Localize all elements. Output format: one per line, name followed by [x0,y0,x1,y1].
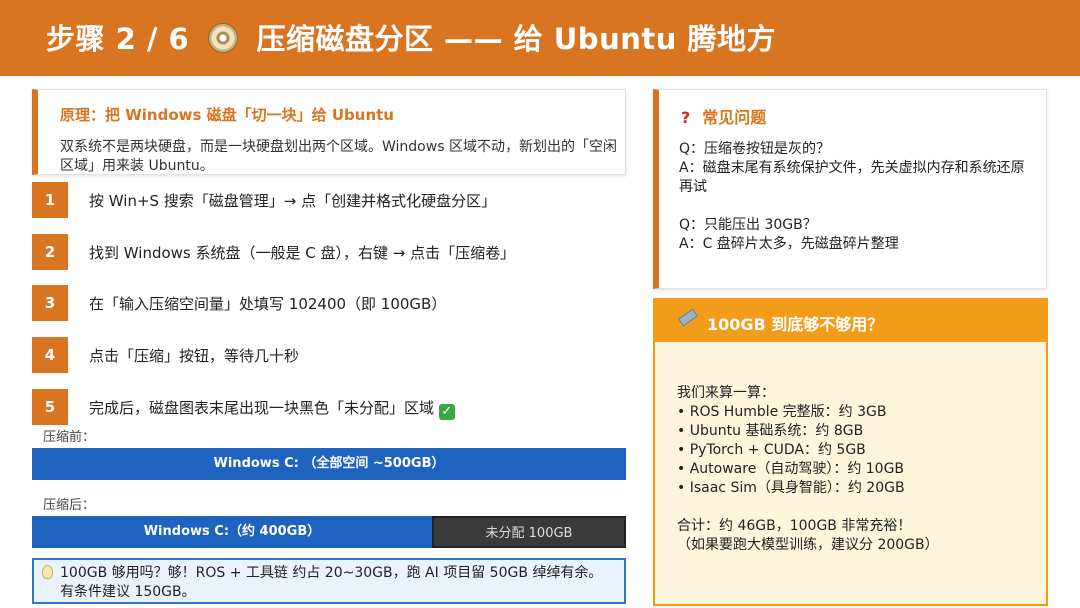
step-number: 5 [32,389,68,425]
list-item: Isaac Sim（具身智能）：约 20GB [677,479,1037,498]
faq-title-text: 常见问题 [702,108,767,127]
before-caption: 压缩前： [43,430,96,445]
slide-header: 步骤 2 / 6 压缩磁盘分区 —— 给 Ubuntu 腾地方 [0,0,1080,76]
slide-title: 步骤 2 / 6 压缩磁盘分区 —— 给 Ubuntu 腾地方 [46,16,776,58]
step-number: 4 [32,337,68,373]
step-text: 完成后，磁盘图表末尾出现一块黑色「未分配」区域 ✓ [89,397,455,420]
space-note: （如果要跑大模型训练，建议分 200GB） [677,537,939,553]
step-text: 找到 Windows 系统盘（一般是 C 盘），右键 → 点击「压缩卷」 [89,244,516,262]
space-card: 100GB 到底够不够用？ 我们来算一算： ROS Humble 完整版：约 3… [653,298,1048,606]
space-intro: 我们来算一算： [677,385,775,401]
step-number: 2 [32,234,68,270]
faq-question: Q：只能压出 30GB？ [679,217,817,233]
list-item: Autoware（自动驾驶）：约 10GB [677,460,1037,479]
space-card-body: 我们来算一算： ROS Humble 完整版：约 3GB Ubuntu 基础系统… [677,384,1037,555]
question-mark-icon: ? [681,108,691,127]
step-2: 2 找到 Windows 系统盘（一般是 C 盘），右键 → 点击「压缩卷」 [32,234,632,270]
faq-item-1: Q：压缩卷按钮是灰的？ A：磁盘末尾有系统保护文件，先关虚拟内存和系统还原再试 [679,140,1029,197]
principle-body: 双系统不是两块硬盘，而是一块硬盘划出两个区域。Windows 区域不动，新划出的… [60,139,617,174]
slide-title-text: 压缩磁盘分区 —— 给 Ubuntu 腾地方 [256,22,776,56]
step-text-content: 完成后，磁盘图表末尾出现一块黑色「未分配」区域 [89,399,435,417]
step-number: 1 [32,182,68,218]
step-3: 3 在「输入压缩空间量」处填写 102400（即 100GB） [32,285,632,321]
step-text: 在「输入压缩空间量」处填写 102400（即 100GB） [89,295,447,313]
faq-answer: A：磁盘末尾有系统保护文件，先关虚拟内存和系统还原再试 [679,160,1025,195]
principle-title: 原理：把 Windows 磁盘「切一块」给 Ubuntu [60,106,394,124]
principle-card: 原理：把 Windows 磁盘「切一块」给 Ubuntu 双系统不是两块硬盘，而… [32,89,626,175]
list-item: Ubuntu 基础系统：约 8GB [677,422,1037,441]
list-item: PyTorch + CUDA：约 5GB [677,441,1037,460]
disk-bar-windows: Windows C:（约 400GB） [32,516,432,548]
faq-question: Q：压缩卷按钮是灰的？ [679,141,831,157]
step-5: 5 完成后，磁盘图表末尾出现一块黑色「未分配」区域 ✓ [32,389,632,425]
checkmark-icon: ✓ [438,404,455,420]
step-1: 1 按 Win+S 搜索「磁盘管理」→ 点「创建并格式化硬盘分区」 [32,182,632,218]
tip-box: 100GB 够用吗？够！ROS + 工具链 约占 20~30GB，跑 AI 项目… [32,558,626,604]
space-total: 合计：约 46GB，100GB 非常充裕！ [677,518,912,534]
ruler-icon [678,308,698,327]
space-card-title: 100GB 到底够不够用？ [707,315,884,334]
lightbulb-icon [42,565,53,579]
disk-bar-before: Windows C: （全部空间 ~500GB） [32,448,626,480]
disc-icon [207,23,238,53]
space-list: ROS Humble 完整版：约 3GB Ubuntu 基础系统：约 8GB P… [677,403,1037,498]
faq-item-2: Q：只能压出 30GB？ A：C 盘碎片太多，先磁盘碎片整理 [679,216,1029,254]
step-text: 点击「压缩」按钮，等待几十秒 [89,347,300,365]
step-counter: 步骤 2 / 6 [46,22,190,56]
list-item: ROS Humble 完整版：约 3GB [677,403,1037,422]
faq-card: ? 常见问题 Q：压缩卷按钮是灰的？ A：磁盘末尾有系统保护文件，先关虚拟内存和系… [653,89,1047,289]
disk-bar-unallocated: 未分配 100GB [432,516,626,548]
tip-text: 100GB 够用吗？够！ROS + 工具链 约占 20~30GB，跑 AI 项目… [60,565,603,600]
step-4: 4 点击「压缩」按钮，等待几十秒 [32,337,632,373]
space-card-header: 100GB 到底够不够用？ [655,300,1046,342]
after-caption: 压缩后： [43,498,96,513]
step-number: 3 [32,285,68,321]
step-text: 按 Win+S 搜索「磁盘管理」→ 点「创建并格式化硬盘分区」 [89,192,497,210]
faq-answer: A：C 盘碎片太多，先磁盘碎片整理 [679,236,899,252]
faq-title: ? 常见问题 [681,104,766,128]
